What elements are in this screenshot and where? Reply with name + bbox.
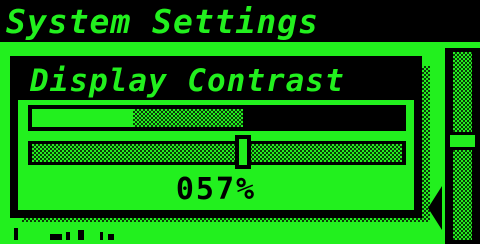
dialog-body: 057%	[18, 100, 414, 210]
contrast-value: 057%	[175, 172, 257, 207]
slider-track[interactable]	[32, 144, 402, 162]
level-bar-track	[32, 109, 402, 127]
level-bar-fill	[32, 109, 133, 127]
bottom-status-marks	[0, 226, 440, 244]
window-title: System Settings	[6, 2, 320, 41]
contrast-level-bar	[28, 105, 406, 131]
title-bar: System Settings	[0, 0, 480, 42]
level-bar-dither	[133, 109, 243, 127]
triangle-left-icon[interactable]	[428, 186, 442, 230]
contrast-slider[interactable]	[28, 141, 406, 165]
dialog-title: Display Contrast	[30, 63, 345, 99]
scrollbar[interactable]	[445, 48, 480, 244]
slider-knob[interactable]	[235, 135, 251, 169]
scrollbar-thumb[interactable]	[447, 132, 478, 150]
contrast-dialog: Display Contrast 057%	[10, 56, 422, 218]
